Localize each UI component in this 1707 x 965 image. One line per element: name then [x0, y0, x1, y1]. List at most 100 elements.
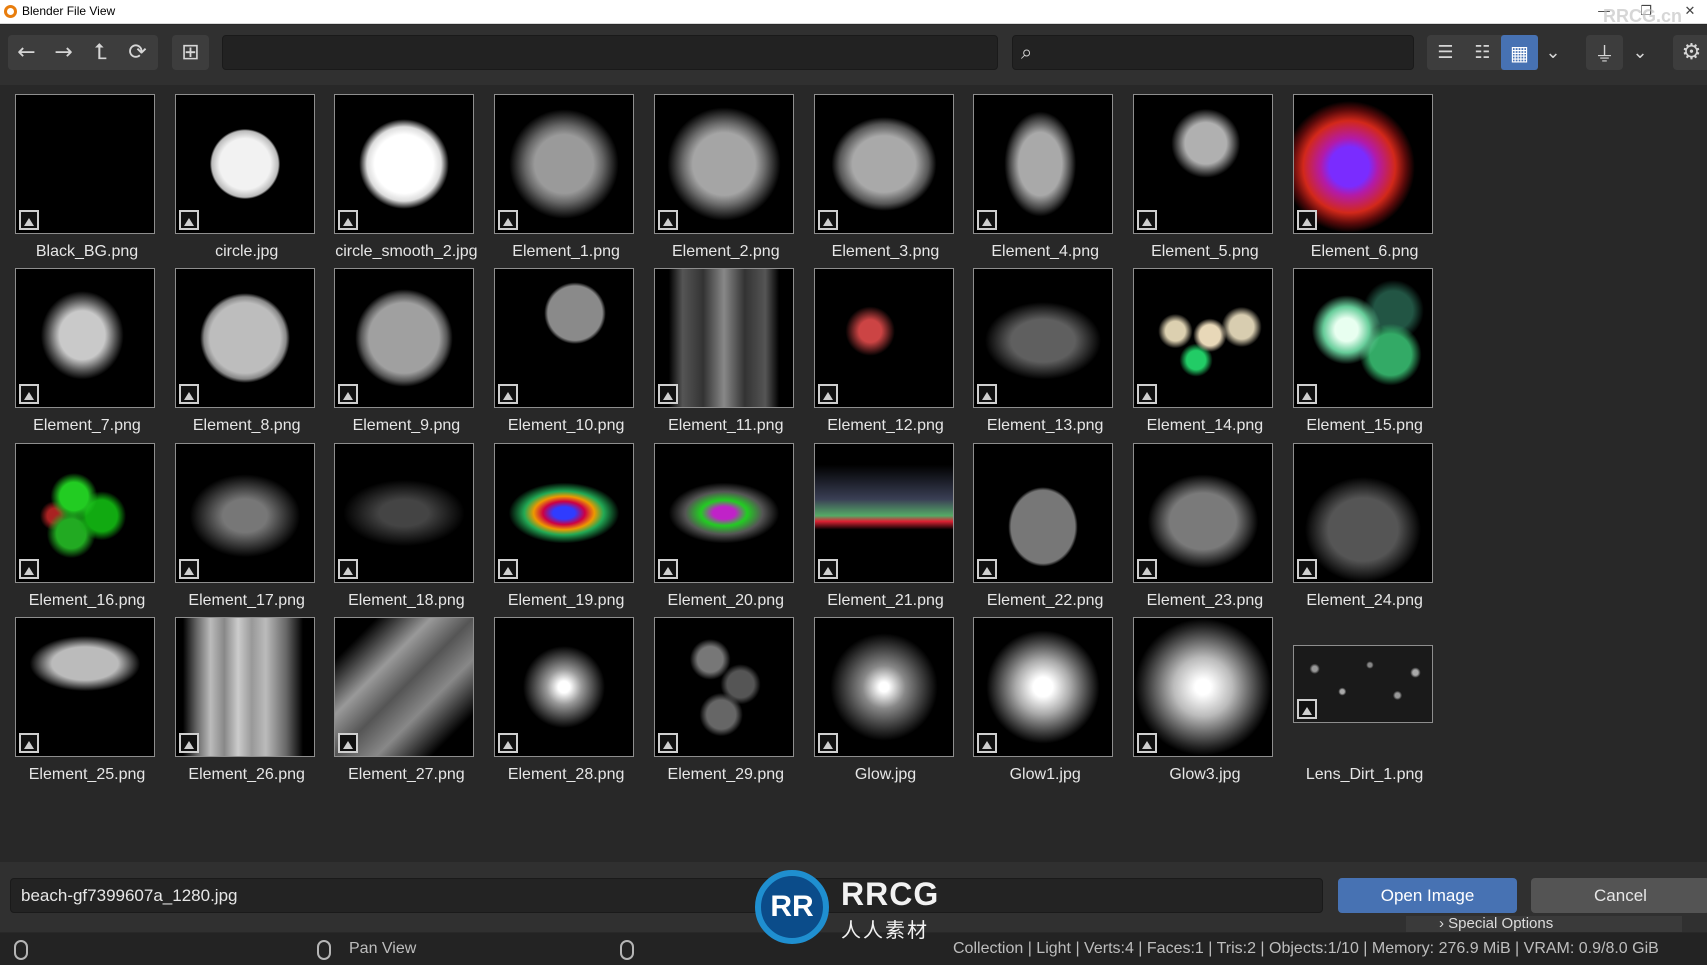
file-item[interactable]: Glow1.jpg: [958, 602, 1134, 788]
file-item[interactable]: Element_2.png: [639, 79, 815, 265]
file-item[interactable]: Element_21.png: [799, 428, 975, 614]
file-item[interactable]: Element_16.png: [0, 428, 176, 614]
file-thumbnail[interactable]: [813, 616, 954, 757]
horizontal-list-button[interactable]: ☷: [1464, 35, 1501, 70]
file-item[interactable]: Element_4.png: [958, 79, 1134, 265]
file-item[interactable]: Element_9.png: [319, 253, 495, 439]
file-item[interactable]: Glow.jpg: [799, 602, 975, 788]
display-settings-dropdown[interactable]: ⌄: [1538, 35, 1568, 70]
file-thumbnail[interactable]: [334, 94, 475, 234]
directory-path-field[interactable]: [222, 35, 998, 70]
file-item[interactable]: Element_7.png: [0, 253, 176, 439]
file-thumbnail[interactable]: [494, 94, 635, 234]
file-thumbnail[interactable]: [653, 94, 794, 234]
file-thumbnail[interactable]: [973, 442, 1114, 583]
file-thumbnail[interactable]: [174, 442, 315, 583]
file-thumbnail[interactable]: [1292, 268, 1433, 409]
file-item[interactable]: Element_22.png: [958, 428, 1134, 614]
file-item[interactable]: Element_10.png: [479, 253, 655, 439]
file-item[interactable]: Lens_Dirt_1.png: [1278, 602, 1454, 788]
file-item[interactable]: Element_5.png: [1118, 79, 1294, 265]
file-thumbnail[interactable]: [15, 442, 155, 583]
filter-button[interactable]: ⏚: [1586, 35, 1623, 70]
image-file-icon: [1296, 210, 1317, 230]
file-item[interactable]: Element_17.png: [160, 428, 336, 614]
file-thumbnail[interactable]: [15, 616, 155, 757]
thumbnails-button[interactable]: ▦: [1501, 35, 1538, 70]
file-item[interactable]: Element_3.png: [799, 79, 975, 265]
file-thumbnail[interactable]: [174, 268, 315, 409]
file-thumbnail[interactable]: [1132, 616, 1273, 757]
file-thumbnail[interactable]: [334, 616, 475, 757]
file-thumbnail[interactable]: [1292, 442, 1433, 583]
file-item[interactable]: Element_23.png: [1118, 428, 1294, 614]
file-item[interactable]: Glow3.jpg: [1118, 602, 1294, 788]
settings-button[interactable]: ⚙: [1673, 35, 1707, 70]
file-thumbnail[interactable]: [1292, 94, 1433, 234]
file-item[interactable]: circle.jpg: [160, 79, 336, 265]
file-item[interactable]: Element_19.png: [479, 428, 655, 614]
file-item[interactable]: Element_29.png: [639, 602, 815, 788]
file-thumbnail[interactable]: [334, 442, 475, 583]
file-thumbnail[interactable]: [494, 268, 635, 409]
file-item[interactable]: Element_27.png: [319, 602, 495, 788]
file-thumbnail[interactable]: [15, 268, 155, 409]
file-item[interactable]: Element_18.png: [319, 428, 495, 614]
file-item[interactable]: Element_24.png: [1278, 428, 1454, 614]
image-file-icon: [19, 384, 39, 405]
file-thumbnail[interactable]: [653, 442, 794, 583]
file-item[interactable]: Element_25.png: [0, 602, 176, 788]
file-item[interactable]: Element_28.png: [479, 602, 655, 788]
open-image-button[interactable]: Open Image: [1338, 878, 1517, 913]
file-item[interactable]: Element_13.png: [958, 253, 1134, 439]
file-thumbnail[interactable]: [1292, 644, 1433, 723]
refresh-button[interactable]: ⟳: [119, 35, 156, 70]
search-input[interactable]: [1049, 40, 1399, 66]
file-item[interactable]: Element_12.png: [799, 253, 975, 439]
file-thumbnail[interactable]: [973, 268, 1114, 409]
file-name-label: Element_28.png: [507, 765, 625, 783]
image-file-icon: [1136, 558, 1157, 579]
filename-input[interactable]: [21, 883, 1301, 909]
file-thumbnail[interactable]: [813, 268, 954, 409]
file-thumbnail[interactable]: [1132, 268, 1273, 409]
file-thumbnail[interactable]: [813, 442, 954, 583]
file-thumbnail[interactable]: [653, 616, 794, 757]
parent-directory-button[interactable]: ⮤: [82, 35, 119, 70]
file-item[interactable]: Element_11.png: [639, 253, 815, 439]
special-options-panel[interactable]: › Special Options: [1406, 916, 1682, 932]
new-folder-button[interactable]: ⊞: [172, 35, 209, 70]
file-item[interactable]: Element_26.png: [160, 602, 336, 788]
search-field[interactable]: ⌕: [1012, 35, 1414, 70]
file-thumbnail[interactable]: [973, 616, 1114, 757]
forward-button[interactable]: →: [45, 35, 82, 70]
file-thumbnail[interactable]: [653, 268, 794, 409]
file-thumbnail[interactable]: [973, 94, 1114, 234]
file-thumbnail[interactable]: [174, 616, 315, 757]
image-file-icon: [1136, 210, 1157, 230]
file-item[interactable]: Element_6.png: [1278, 79, 1454, 265]
watermark-logo: RR: [755, 870, 829, 944]
file-item[interactable]: Element_15.png: [1278, 253, 1454, 439]
file-item[interactable]: Black_BG.png: [0, 79, 176, 265]
file-item[interactable]: Element_14.png: [1118, 253, 1294, 439]
file-thumbnail[interactable]: [174, 94, 315, 234]
file-thumbnail[interactable]: [15, 94, 155, 234]
file-thumbnail[interactable]: [334, 268, 475, 409]
cancel-button[interactable]: Cancel: [1531, 878, 1707, 913]
file-thumbnail[interactable]: [813, 94, 954, 234]
file-thumbnail[interactable]: [494, 442, 635, 583]
vertical-list-button[interactable]: ☰: [1427, 35, 1464, 70]
back-button[interactable]: ←: [8, 35, 45, 70]
blender-logo-icon: [4, 5, 17, 18]
file-name-label: Element_27.png: [348, 765, 465, 783]
file-thumbnail[interactable]: [1132, 442, 1273, 583]
file-item[interactable]: Element_20.png: [639, 428, 815, 614]
filter-dropdown[interactable]: ⌄: [1625, 35, 1655, 70]
file-item[interactable]: Element_8.png: [160, 253, 336, 439]
file-item[interactable]: Element_1.png: [479, 79, 655, 265]
file-thumbnail[interactable]: [1132, 94, 1273, 234]
file-item[interactable]: circle_smooth_2.jpg: [319, 79, 495, 265]
file-thumbnail[interactable]: [494, 616, 635, 757]
filename-field[interactable]: [10, 878, 1323, 913]
